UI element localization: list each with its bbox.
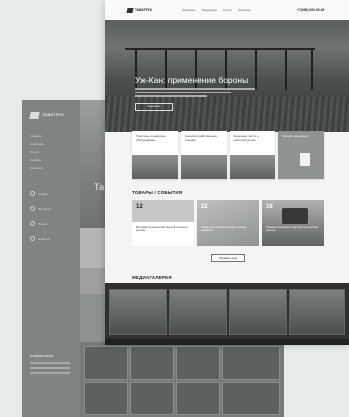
hero-field-graphic [105, 96, 349, 132]
hero-more-button[interactable]: Подробнее [135, 103, 173, 111]
back-logo-icon [29, 112, 40, 119]
top-bar: ТАВАТРУК Компания Продукция Услуги Конта… [105, 0, 349, 20]
gallery-tile[interactable] [169, 289, 227, 335]
back-nav-item[interactable]: Контакты [30, 164, 44, 172]
news-list: 12 Выставка сельскохозяйственной техники… [132, 200, 324, 246]
back-nav-item[interactable]: Главная [30, 132, 44, 140]
back-subscribe-title: ПОДПИСАТЬСЯ [30, 354, 54, 358]
news-section-title: ТОВАРЫ / СОБЫТИЯ [132, 190, 183, 195]
circle-icon [30, 191, 35, 196]
top-nav-item[interactable]: Компания [182, 8, 196, 12]
hero-banner: Уж-Кан: применение бороны Подробнее [105, 20, 349, 132]
category-card-image [229, 155, 276, 179]
back-logo-text: ТАВАТРУК [42, 112, 65, 117]
category-card[interactable]: Тракторы и навесное оборудование [132, 131, 178, 179]
back-sidebar: ТАВАТРУК Главная Компания Услуги Техника… [22, 100, 80, 417]
top-nav-item[interactable]: Продукция [202, 8, 217, 12]
category-card[interactable]: Запасные части и комплектующие [229, 131, 276, 179]
logo-text[interactable]: ТАВАТРУК [135, 8, 152, 12]
hero-subtitle-lines [135, 88, 255, 99]
category-card-title: Сельскохозяйственная техника [184, 134, 217, 142]
back-hero-title: Та [94, 182, 105, 192]
tractor-graphic [282, 208, 308, 224]
back-gallery-tile[interactable] [84, 382, 128, 415]
back-gallery-tile[interactable] [130, 382, 174, 415]
back-nav-item[interactable]: Компания [30, 140, 44, 148]
category-card-title: Запасные части и комплектующие [233, 134, 259, 142]
catalog-card[interactable]: Каталог продукции [278, 131, 324, 179]
news-text: Полевые испытания тракторов на опытном у… [266, 226, 319, 233]
category-card-title: Тракторы и навесное оборудование [136, 134, 166, 142]
back-icon-label: Лизинг [38, 221, 48, 226]
gallery-section-title: МЕДИАГАЛЕРЕЯ [132, 275, 172, 280]
back-icon-label: Новости [38, 236, 50, 241]
hero-title: Уж-Кан: применение бороны [135, 75, 249, 85]
back-icon-item[interactable]: Лизинг [30, 216, 51, 231]
news-text: Выставка сельскохозяйственной техники в … [136, 226, 188, 233]
news-item[interactable]: 18 Полевые испытания тракторов на опытно… [262, 200, 324, 246]
back-nav-item[interactable]: Техника [30, 156, 44, 164]
media-gallery [105, 283, 349, 339]
document-icon [300, 153, 311, 166]
circle-icon [30, 236, 35, 241]
back-gallery [80, 342, 284, 417]
show-more-button[interactable]: Показать еще [211, 254, 245, 262]
top-nav: Компания Продукция Услуги Контакты [182, 8, 251, 12]
news-text: Новые поступления техники на склад компа… [201, 226, 247, 233]
back-gallery-tile[interactable] [222, 382, 280, 415]
news-item[interactable]: 12 Выставка сельскохозяйственной техники… [132, 200, 194, 246]
gallery-tile[interactable] [229, 289, 287, 335]
category-card[interactable]: Сельскохозяйственная техника [180, 131, 227, 179]
back-gallery-tile[interactable] [176, 346, 220, 380]
back-icon-list: Сервис Запчасти Лизинг Новости [30, 186, 51, 246]
back-subscribe-lines [30, 362, 70, 377]
news-date: 22 [201, 204, 208, 210]
back-icon-item[interactable]: Новости [30, 231, 51, 246]
circle-icon [30, 206, 35, 211]
catalog-card-title: Каталог продукции [282, 134, 309, 138]
news-date: 18 [266, 204, 273, 210]
footer-bar [105, 339, 349, 345]
gallery-tile[interactable] [109, 289, 167, 335]
top-nav-item[interactable]: Услуги [223, 8, 232, 12]
category-card-image [180, 155, 227, 179]
back-nav-item[interactable]: Услуги [30, 148, 44, 156]
back-icon-item[interactable]: Сервис [30, 186, 51, 201]
logo-icon[interactable] [126, 8, 134, 13]
back-gallery-tile[interactable] [176, 382, 220, 415]
phone-number[interactable]: +7(000) 000-00-00 [297, 8, 324, 12]
back-nav: Главная Компания Услуги Техника Контакты [30, 132, 44, 172]
back-gallery-tile[interactable] [222, 346, 280, 380]
circle-icon [30, 221, 35, 226]
back-gallery-tile[interactable] [84, 346, 128, 380]
back-icon-label: Сервис [38, 191, 49, 196]
top-nav-item[interactable]: Контакты [238, 8, 251, 12]
news-item[interactable]: 22 Новые поступления техники на склад ко… [197, 200, 259, 246]
category-card-image [132, 155, 178, 179]
news-date: 12 [136, 204, 143, 210]
back-icon-label: Запчасти [38, 206, 51, 211]
back-icon-item[interactable]: Запчасти [30, 201, 51, 216]
back-gallery-tile[interactable] [130, 346, 174, 380]
category-cards: Тракторы и навесное оборудование Сельско… [132, 131, 324, 179]
front-page-mockup: ТАВАТРУК Компания Продукция Услуги Конта… [105, 0, 349, 345]
gallery-tile[interactable] [289, 289, 345, 335]
